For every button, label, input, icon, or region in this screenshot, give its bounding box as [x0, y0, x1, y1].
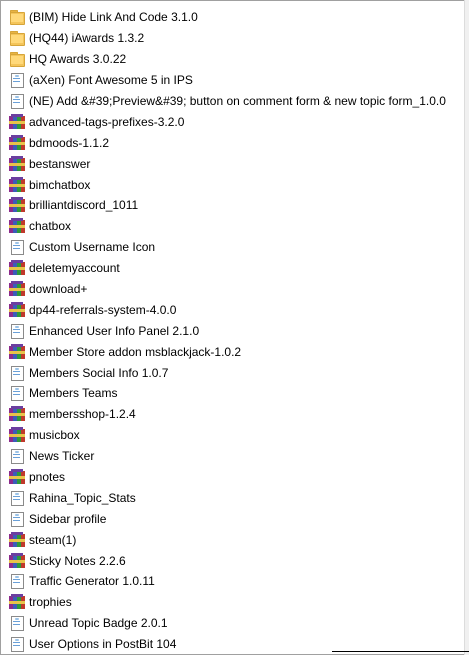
rar-archive-icon	[9, 406, 25, 422]
file-name: Traffic Generator 1.0.11	[29, 574, 155, 589]
folder-icon	[9, 30, 25, 47]
file-name: brilliantdiscord_1011	[29, 198, 139, 213]
document-icon	[9, 323, 25, 339]
file-name: Sticky Notes 2.2.6	[29, 553, 126, 568]
document-icon	[9, 365, 25, 381]
document-icon	[9, 72, 25, 89]
document-icon	[9, 511, 25, 527]
file-name: (BIM) Hide Link And Code 3.1.0	[29, 10, 198, 25]
file-name: (HQ44) iAwards 1.3.2	[29, 31, 145, 46]
document-icon	[9, 448, 25, 465]
file-item[interactable]: Members Social Info 1.0.7	[9, 362, 446, 383]
file-name: dp44-referrals-system-4.0.0	[29, 302, 177, 317]
file-item[interactable]: membersshop-1.2.4	[9, 404, 446, 425]
file-item[interactable]: Unread Topic Badge 2.0.1	[9, 613, 446, 634]
rar-archive-icon	[9, 134, 25, 151]
file-name: HQ Awards 3.0.22	[29, 52, 127, 67]
file-item[interactable]: (NE) Add &#39;Preview&#39; button on com…	[9, 91, 446, 112]
folder-icon	[9, 9, 25, 26]
file-item[interactable]: bimchatbox	[9, 174, 446, 195]
file-name: musicbox	[29, 428, 80, 443]
file-item[interactable]: Rahina_Topic_Stats	[9, 487, 446, 508]
file-name: download+	[29, 282, 88, 297]
file-item[interactable]: chatbox	[9, 216, 446, 237]
file-item[interactable]: pnotes	[9, 467, 446, 488]
file-item[interactable]: Enhanced User Info Panel 2.1.0	[9, 320, 446, 341]
rar-archive-icon	[9, 260, 25, 276]
file-item[interactable]: (BIM) Hide Link And Code 3.1.0	[9, 7, 446, 28]
file-item[interactable]: bestanswer	[9, 153, 446, 174]
file-name: membersshop-1.2.4	[29, 407, 136, 422]
rar-archive-icon	[9, 155, 25, 172]
file-name: chatbox	[29, 219, 72, 234]
file-item[interactable]: (aXen) Font Awesome 5 in IPS	[9, 70, 446, 91]
rar-archive-icon	[9, 343, 25, 360]
file-item[interactable]: HQ Awards 3.0.22	[9, 49, 446, 70]
file-name: News Ticker	[29, 449, 95, 464]
file-item[interactable]: Members Teams	[9, 383, 446, 404]
document-icon	[9, 636, 25, 653]
rar-archive-icon	[9, 469, 25, 485]
file-item[interactable]: Custom Username Icon	[9, 237, 446, 258]
document-icon	[9, 385, 25, 402]
file-item[interactable]: brilliantdiscord_1011	[9, 195, 446, 216]
rar-archive-icon	[9, 552, 25, 569]
document-icon	[9, 239, 25, 256]
file-item[interactable]: Member Store addon msblackjack-1.0.2	[9, 341, 446, 362]
file-name: Custom Username Icon	[29, 240, 156, 255]
bottom-divider	[332, 651, 469, 652]
rar-archive-icon	[9, 281, 25, 297]
file-name: (aXen) Font Awesome 5 in IPS	[29, 73, 193, 88]
file-list: (BIM) Hide Link And Code 3.1.0 (HQ44) iAw…	[9, 7, 446, 655]
file-item[interactable]: (HQ44) iAwards 1.3.2	[9, 28, 446, 49]
file-name: bimchatbox	[29, 177, 91, 192]
file-name: Members Teams	[29, 386, 118, 401]
file-name: (NE) Add &#39;Preview&#39; button on com…	[29, 94, 446, 108]
file-list-panel: (BIM) Hide Link And Code 3.1.0 (HQ44) iAw…	[0, 0, 469, 655]
file-name: advanced-tags-prefixes-3.2.0	[29, 114, 185, 129]
file-name: trophies	[29, 595, 72, 610]
rar-archive-icon	[9, 594, 25, 610]
file-name: pnotes	[29, 470, 66, 485]
file-name: Sidebar profile	[29, 511, 107, 526]
file-item[interactable]: deletemyaccount	[9, 258, 446, 279]
file-item[interactable]: trophies	[9, 592, 446, 613]
file-item[interactable]: download+	[9, 279, 446, 300]
document-icon	[9, 93, 25, 109]
file-name: bdmoods-1.1.2	[29, 135, 110, 150]
file-name: steam(1)	[29, 532, 77, 547]
rar-archive-icon	[9, 427, 25, 443]
file-item[interactable]: News Ticker	[9, 446, 446, 467]
file-item[interactable]: Traffic Generator 1.0.11	[9, 571, 446, 592]
document-icon	[9, 615, 25, 632]
rar-archive-icon	[9, 113, 25, 130]
file-name: Enhanced User Info Panel 2.1.0	[29, 323, 200, 338]
file-item[interactable]: musicbox	[9, 425, 446, 446]
file-item[interactable]: Sidebar profile	[9, 508, 446, 529]
rar-archive-icon	[9, 218, 25, 234]
file-name: User Options in PostBit 104	[29, 637, 177, 652]
file-name: Unread Topic Badge 2.0.1	[29, 616, 168, 631]
rar-archive-icon	[9, 531, 25, 548]
folder-icon	[9, 51, 25, 68]
file-item[interactable]: bdmoods-1.1.2	[9, 132, 446, 153]
document-icon	[9, 490, 25, 506]
rar-archive-icon	[9, 176, 25, 193]
rar-archive-icon	[9, 197, 25, 213]
file-item[interactable]: dp44-referrals-system-4.0.0	[9, 299, 446, 320]
file-name: Members Social Info 1.0.7	[29, 365, 169, 380]
document-icon	[9, 573, 25, 590]
file-name: Member Store addon msblackjack-1.0.2	[29, 344, 242, 359]
file-name: deletemyaccount	[29, 261, 120, 276]
rar-archive-icon	[9, 301, 25, 318]
scrollbar-edge[interactable]	[464, 0, 469, 655]
file-name: bestanswer	[29, 156, 91, 171]
file-item[interactable]: Sticky Notes 2.2.6	[9, 550, 446, 571]
file-name: Rahina_Topic_Stats	[29, 490, 136, 505]
file-item[interactable]: advanced-tags-prefixes-3.2.0	[9, 111, 446, 132]
file-item[interactable]: steam(1)	[9, 529, 446, 550]
